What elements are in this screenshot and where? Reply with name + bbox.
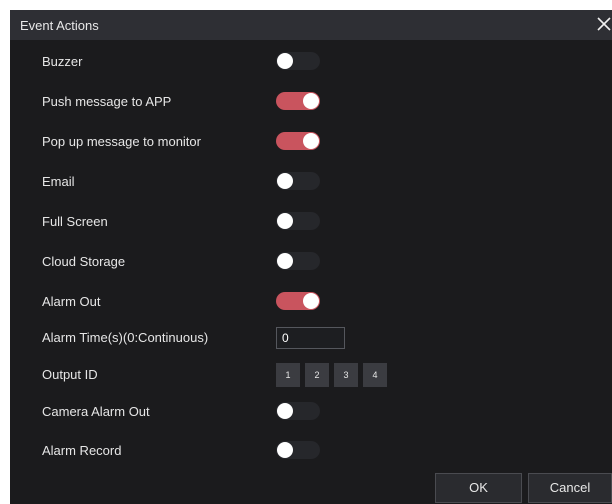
pop-up-message-toggle[interactable] xyxy=(276,132,320,150)
setting-label: Alarm Out xyxy=(42,294,101,309)
event-actions-dialog: Event Actions Buzzer Push message to APP… xyxy=(10,10,612,504)
dialog-title: Event Actions xyxy=(20,18,99,33)
push-message-toggle[interactable] xyxy=(276,92,320,110)
setting-row-output-id: Output ID 1 2 3 4 xyxy=(10,360,612,390)
output-id-3-button[interactable]: 3 xyxy=(334,363,358,387)
toggle-knob xyxy=(303,293,319,309)
output-id-4-button[interactable]: 4 xyxy=(363,363,387,387)
toggle-knob xyxy=(277,53,293,69)
buzzer-toggle[interactable] xyxy=(276,52,320,70)
full-screen-toggle[interactable] xyxy=(276,212,320,230)
setting-row-push-message: Push message to APP xyxy=(10,87,612,117)
email-toggle[interactable] xyxy=(276,172,320,190)
output-id-label: Output ID xyxy=(42,367,98,382)
toggle-knob xyxy=(303,93,319,109)
alarm-time-label: Alarm Time(s)(0:Continuous) xyxy=(42,330,209,345)
setting-row-alarm-time: Alarm Time(s)(0:Continuous) xyxy=(10,323,612,353)
setting-label: Cloud Storage xyxy=(42,254,126,269)
alarm-time-input[interactable] xyxy=(276,327,345,349)
alarm-record-toggle[interactable] xyxy=(276,441,320,459)
dialog-titlebar: Event Actions xyxy=(10,10,612,40)
toggle-knob xyxy=(277,173,293,189)
setting-row-camera-alarm-out: Camera Alarm Out xyxy=(10,397,612,427)
setting-row-full-screen: Full Screen xyxy=(10,207,612,237)
setting-label: Buzzer xyxy=(42,54,83,69)
cloud-storage-toggle[interactable] xyxy=(276,252,320,270)
ok-button[interactable]: OK xyxy=(435,473,522,503)
toggle-knob xyxy=(277,442,293,458)
alarm-out-toggle[interactable] xyxy=(276,292,320,310)
setting-label: Full Screen xyxy=(42,214,108,229)
toggle-knob xyxy=(277,253,293,269)
setting-label: Push message to APP xyxy=(42,94,172,109)
output-id-1-button[interactable]: 1 xyxy=(276,363,300,387)
setting-row-alarm-out: Alarm Out xyxy=(10,287,612,317)
output-id-2-button[interactable]: 2 xyxy=(305,363,329,387)
setting-row-alarm-record: Alarm Record xyxy=(10,436,612,466)
toggle-knob xyxy=(277,213,293,229)
close-icon[interactable] xyxy=(596,14,612,34)
setting-row-pop-up-message: Pop up message to monitor xyxy=(10,127,612,157)
camera-alarm-out-toggle[interactable] xyxy=(276,402,320,420)
setting-row-buzzer: Buzzer xyxy=(10,47,612,77)
setting-row-email: Email xyxy=(10,167,612,197)
setting-row-cloud-storage: Cloud Storage xyxy=(10,247,612,277)
setting-label: Alarm Record xyxy=(42,443,122,458)
setting-label: Pop up message to monitor xyxy=(42,134,201,149)
setting-label: Camera Alarm Out xyxy=(42,404,150,419)
cancel-button[interactable]: Cancel xyxy=(528,473,612,503)
toggle-knob xyxy=(303,133,319,149)
setting-label: Email xyxy=(42,174,75,189)
toggle-knob xyxy=(277,403,293,419)
